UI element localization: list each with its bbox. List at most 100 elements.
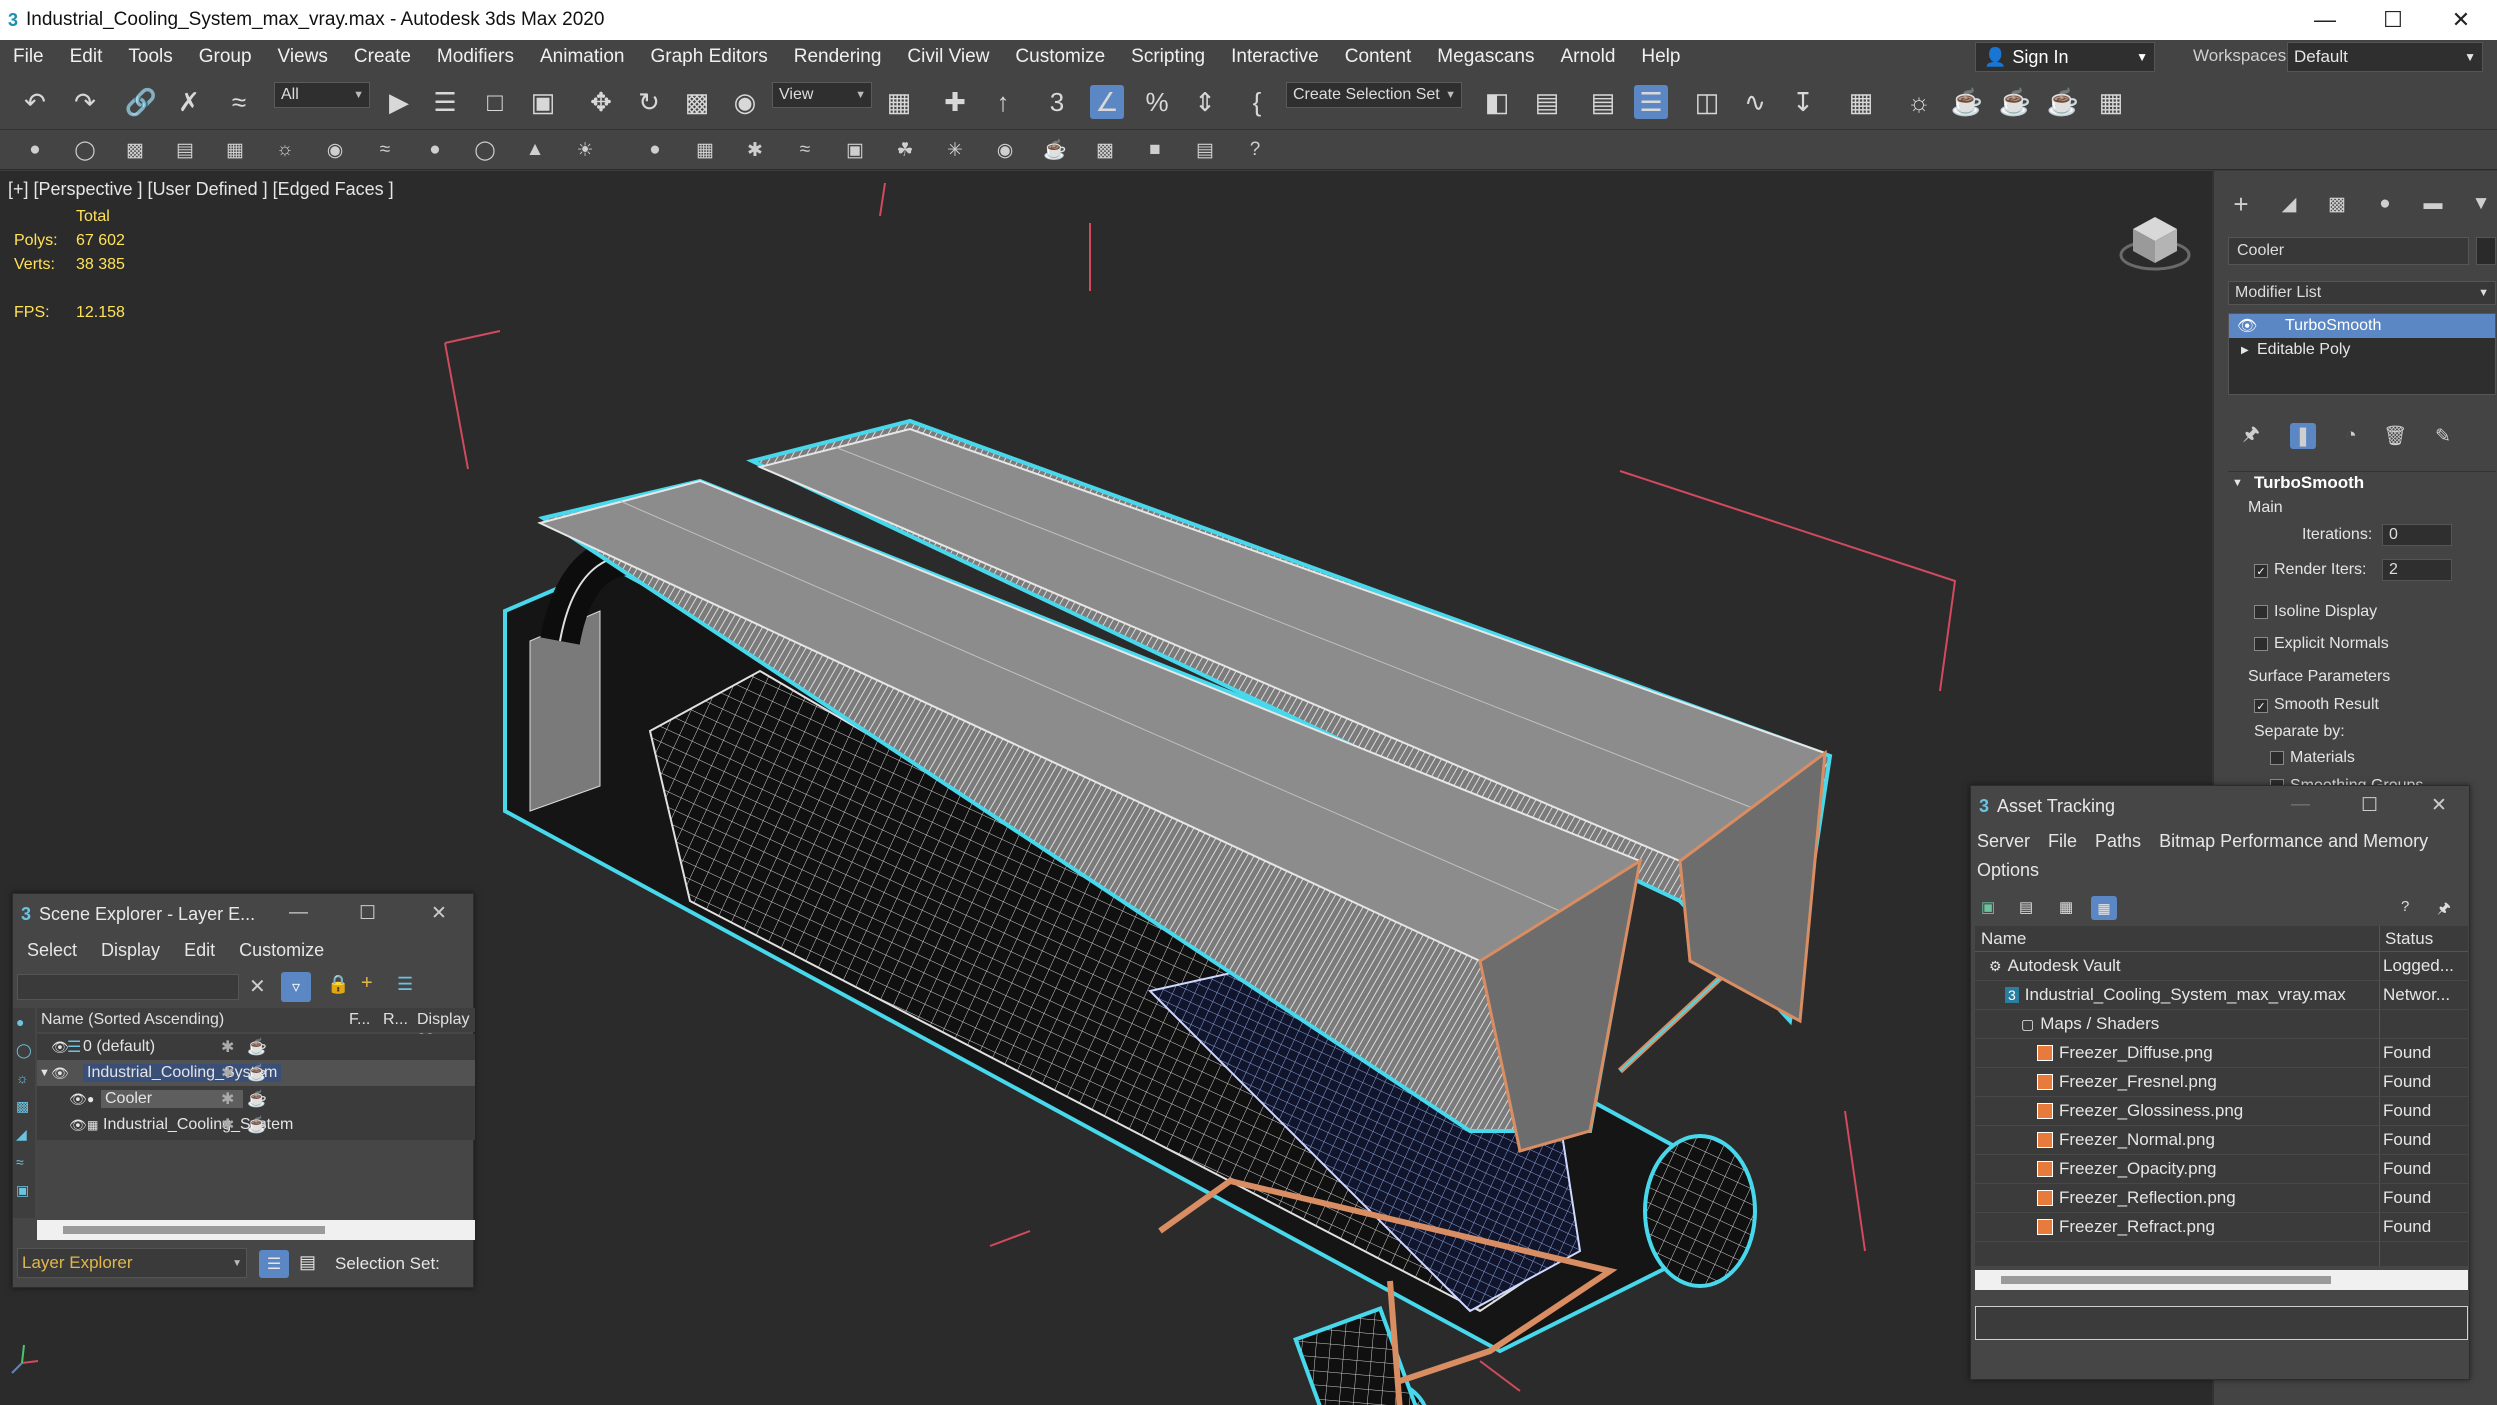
asset-row[interactable]: Freezer_Diffuse.png Found	[1975, 1039, 2468, 1068]
object-paint-icon[interactable]: ●	[22, 137, 48, 163]
column-freeze[interactable]: F...	[349, 1011, 370, 1029]
asset-row[interactable]: Freezer_Refract.png Found	[1975, 1213, 2468, 1242]
eye-icon[interactable]: 👁	[2237, 316, 2257, 336]
window-crossing-icon[interactable]: ▣	[526, 85, 560, 119]
render-teapot-icon[interactable]: ☕	[247, 1063, 267, 1083]
asset-row[interactable]: Freezer_Glossiness.png Found	[1975, 1097, 2468, 1126]
visibility-eye-icon[interactable]: 👁	[69, 1117, 87, 1134]
column-status[interactable]: Status	[2385, 929, 2433, 949]
wind-icon[interactable]: ≈	[372, 137, 398, 163]
lock-icon[interactable]: 🔒	[327, 974, 349, 995]
dope-sheet-icon[interactable]: ↧	[1786, 85, 1820, 119]
display-shapes-icon[interactable]: ◯	[16, 1042, 32, 1059]
menu-edit[interactable]: Edit	[57, 46, 116, 68]
tree-view-icon[interactable]: ▦	[2091, 896, 2117, 920]
render-teapot-icon[interactable]: ☕	[247, 1037, 267, 1057]
angle-snap-icon[interactable]: ∠	[1090, 85, 1124, 119]
menu-create[interactable]: Create	[341, 46, 424, 68]
shape-icon[interactable]: ◯	[72, 137, 98, 163]
toggle-scene-explorer-icon[interactable]: ▤	[1586, 85, 1620, 119]
minimize-button[interactable]: —	[2290, 0, 2360, 40]
selection-filter-select[interactable]: All ▼	[274, 82, 370, 108]
curve-editor-icon[interactable]: ∿	[1738, 85, 1772, 119]
export-icon[interactable]: ▤	[1192, 137, 1218, 163]
proxy-icon[interactable]: ◉	[992, 137, 1018, 163]
menu-views[interactable]: Views	[265, 46, 341, 68]
render-production-icon[interactable]: ☕	[2046, 85, 2080, 119]
minimize-button[interactable]: —	[289, 902, 308, 924]
workspace-select[interactable]: Default ▼	[2287, 42, 2483, 72]
minimize-button[interactable]: —	[2291, 794, 2310, 816]
menu-scripting[interactable]: Scripting	[1118, 46, 1218, 68]
undo-icon[interactable]: ↶	[18, 85, 52, 119]
freeze-icon[interactable]: ✱	[221, 1063, 234, 1083]
scrollbar-thumb[interactable]	[63, 1226, 325, 1234]
display-tab-icon[interactable]: ▬	[2420, 191, 2446, 217]
menu-modifiers[interactable]: Modifiers	[424, 46, 527, 68]
close-button[interactable]: ✕	[2426, 0, 2496, 40]
horizontal-scrollbar[interactable]	[1975, 1270, 2468, 1290]
asset-row[interactable]: Freezer_Reflection.png Found	[1975, 1184, 2468, 1213]
display-geometry-icon[interactable]: ●	[16, 1014, 24, 1030]
menu-arnold[interactable]: Arnold	[1547, 46, 1628, 68]
expand-arrow-icon[interactable]: ▶	[2241, 345, 2249, 356]
close-button[interactable]: ✕	[431, 902, 447, 925]
asset-row[interactable]: 3 Industrial_Cooling_System_max_vray.max N…	[1975, 981, 2468, 1010]
asset-row[interactable]: Freezer_Fresnel.png Found	[1975, 1068, 2468, 1097]
add-layer-icon[interactable]: +	[361, 972, 373, 995]
maximize-button[interactable]: ☐	[2361, 794, 2378, 817]
mirror-icon[interactable]: ◧	[1480, 85, 1514, 119]
cone-icon[interactable]: ▲	[522, 137, 548, 163]
reference-coordinate-select[interactable]: View ▼	[772, 82, 872, 108]
layers-icon[interactable]: ☰	[397, 974, 413, 995]
sign-in-dropdown[interactable]: 👤 Sign In ▼	[1975, 42, 2155, 72]
hierarchy-tab-icon[interactable]: ▩	[2324, 191, 2350, 217]
named-selection-set-select[interactable]: Create Selection Set ▼	[1286, 82, 1462, 108]
create-tab-icon[interactable]: +	[2228, 189, 2254, 219]
tree-row[interactable]: 👁 ▦ Industrial_Cooling_System ✱ ☕	[37, 1112, 475, 1138]
freeze-icon[interactable]: ✱	[221, 1037, 234, 1057]
align-icon[interactable]: ▤	[1530, 85, 1564, 119]
column-name[interactable]: Name	[1981, 929, 2026, 949]
display-groups-icon[interactable]: ▣	[16, 1182, 29, 1199]
material-editor-icon[interactable]: ☼	[1902, 85, 1936, 119]
turbosmooth-rollout-title[interactable]: TurboSmooth	[2254, 473, 2364, 493]
expand-arrow-icon[interactable]: ▼	[39, 1067, 50, 1079]
display-cameras-icon[interactable]: ▩	[16, 1098, 29, 1115]
render-iters-spinner[interactable]: 2	[2382, 559, 2452, 581]
modify-tab-icon[interactable]: ◢	[2276, 191, 2302, 217]
menu-paths[interactable]: Paths	[2089, 831, 2147, 852]
display-helpers-icon[interactable]: ◢	[16, 1126, 27, 1143]
toggle-layer-explorer-icon[interactable]: ☰	[1634, 85, 1668, 119]
menu-edit[interactable]: Edit	[172, 940, 227, 961]
configure-modifier-sets-icon[interactable]: ✎	[2430, 423, 2456, 449]
render-teapot-icon[interactable]: ☕	[247, 1089, 267, 1109]
object-color-swatch[interactable]	[2476, 237, 2496, 265]
show-end-result-icon[interactable]: ❚	[2290, 423, 2316, 449]
door-icon[interactable]: ▤	[172, 137, 198, 163]
menu-civil-view[interactable]: Civil View	[894, 46, 1002, 68]
table-view-icon[interactable]: ▦	[2059, 898, 2073, 916]
render-in-cloud-icon[interactable]: ▦	[2094, 85, 2128, 119]
edit-named-selection-icon[interactable]: {	[1240, 85, 1274, 119]
list-view-icon[interactable]: ▤	[2019, 898, 2033, 916]
schematic-view-icon[interactable]: ▦	[1844, 85, 1878, 119]
menu-select[interactable]: Select	[15, 940, 89, 961]
menu-tools[interactable]: Tools	[115, 46, 185, 68]
link-icon[interactable]: 🔗	[124, 85, 158, 119]
menu-megascans[interactable]: Megascans	[1424, 46, 1547, 68]
clear-search-icon[interactable]: ✕	[249, 974, 266, 999]
torus-icon[interactable]: ◯	[472, 137, 498, 163]
redo-icon[interactable]: ↷	[68, 85, 102, 119]
select-by-name-icon[interactable]: ☰	[428, 85, 462, 119]
materials-checkbox[interactable]	[2270, 751, 2284, 765]
light-icon[interactable]: ☼	[272, 137, 298, 163]
rendered-frame-window-icon[interactable]: ☕	[1998, 85, 2032, 119]
help-icon[interactable]: ?	[2401, 898, 2409, 915]
hair-icon[interactable]: ≈	[792, 137, 818, 163]
pivot-center-icon[interactable]: ▦	[882, 85, 916, 119]
asset-row[interactable]: Freezer_Normal.png Found	[1975, 1126, 2468, 1155]
menu-graph-editors[interactable]: Graph Editors	[638, 46, 781, 68]
menu-rendering[interactable]: Rendering	[781, 46, 895, 68]
menu-customize[interactable]: Customize	[227, 940, 336, 961]
